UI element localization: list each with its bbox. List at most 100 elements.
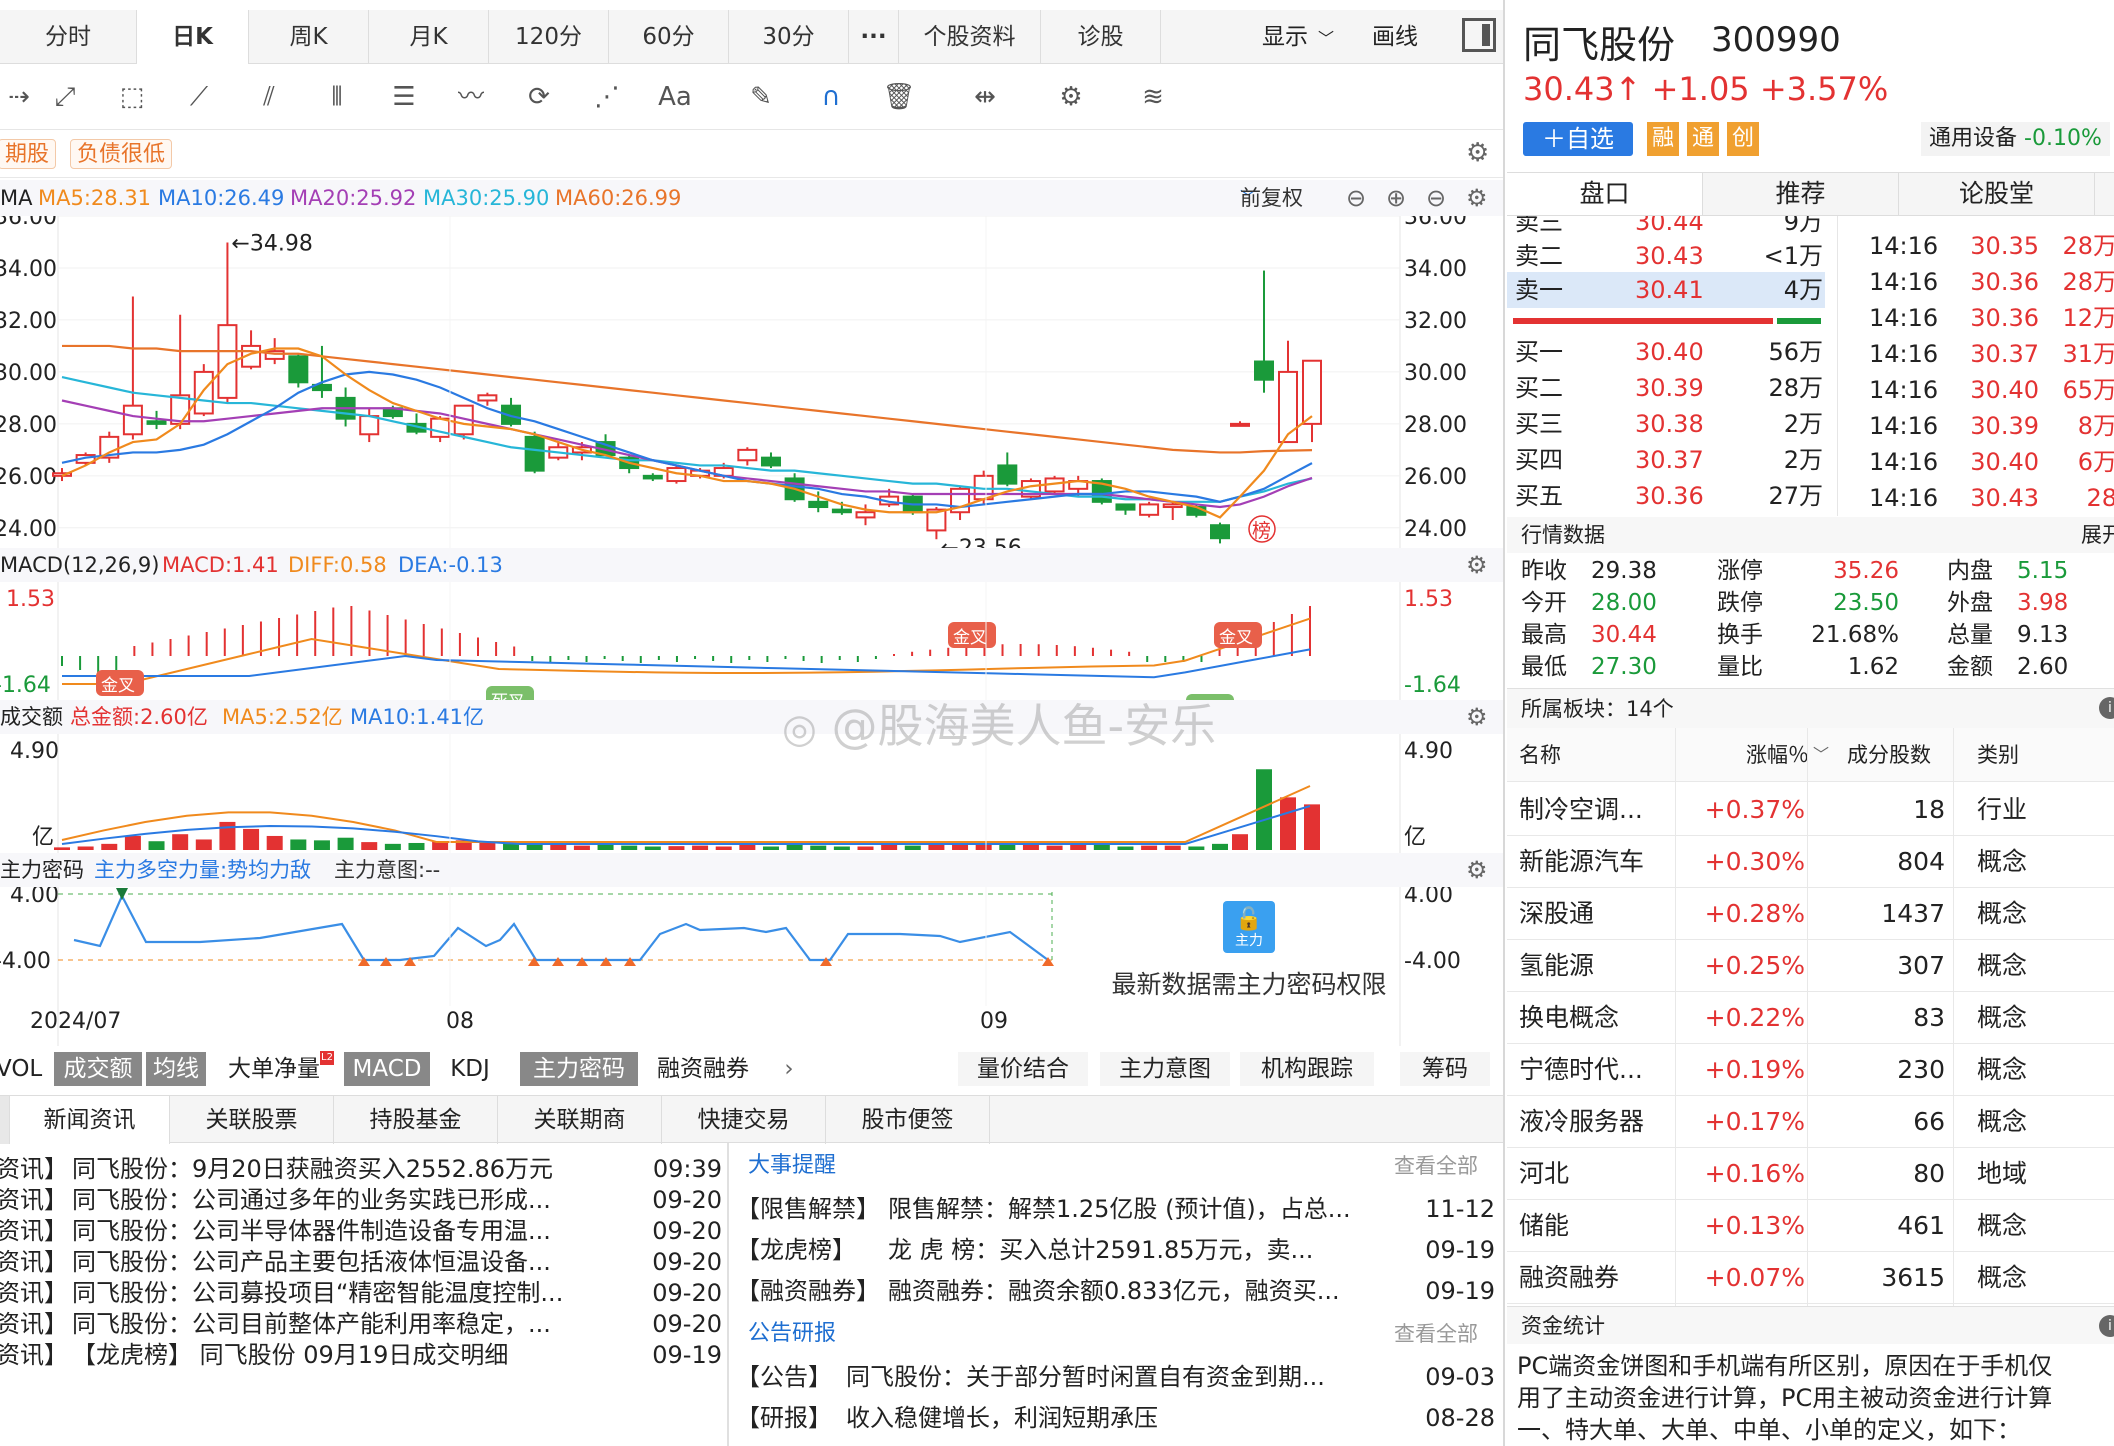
tag-item[interactable]: 期股 (0, 139, 57, 169)
zoom-in-icon[interactable]: ⊕ (1386, 180, 1406, 216)
tab-big-order[interactable]: 大单净量 (224, 1045, 324, 1093)
tab-diagnose[interactable]: 诊股 (1041, 10, 1161, 64)
block-row[interactable]: 液冷服务器 +0.17% 66 概念 (1507, 1096, 2114, 1148)
tab-chips[interactable]: 筹码 (1400, 1052, 1490, 1086)
trash-icon[interactable]: 🗑 (880, 78, 918, 116)
add-watchlist-button[interactable]: ＋自选 (1523, 122, 1633, 156)
wave-icon[interactable]: 〰 (452, 78, 490, 116)
tab-amount[interactable]: 成交额 (54, 1052, 142, 1086)
market-expand[interactable]: 展开 (2081, 517, 2114, 553)
display-menu[interactable]: 显示 ﹀ (1262, 10, 1334, 64)
magnet-icon[interactable]: ∩ (812, 78, 850, 116)
collapse-icon[interactable]: ⊖ (1426, 180, 1446, 216)
gear-icon[interactable]: ⚙ (1466, 700, 1488, 734)
orderbook-price[interactable]: 30.39 (1635, 370, 1704, 406)
tab-force-intent[interactable]: 主力意图 (1100, 1052, 1230, 1086)
event-title[interactable]: 融资融券：融资余额0.833亿元，融资买... (888, 1270, 1388, 1312)
text-tool-icon[interactable]: Aa (656, 78, 694, 116)
tab-kdj[interactable]: KDJ (440, 1045, 500, 1093)
report-title[interactable]: 收入稳健增长，利润短期承压 (846, 1397, 1386, 1439)
block-row[interactable]: 河北 +0.16% 80 地域 (1507, 1148, 2114, 1200)
tab-more[interactable]: ··· (849, 10, 899, 64)
tag-item[interactable]: 负债很低 (70, 139, 173, 169)
tab-margin[interactable]: 融资融券 (650, 1045, 756, 1093)
rectangle-icon[interactable]: ⬚ (113, 78, 151, 116)
gann-icon[interactable]: ⋰ (588, 78, 626, 116)
tab-ma[interactable]: 均线 (146, 1052, 206, 1086)
tab-notes[interactable]: 股市便签 (826, 1096, 990, 1144)
tab-quick-trade[interactable]: 快捷交易 (662, 1096, 826, 1144)
block-row[interactable]: 换电概念 +0.22% 83 概念 (1507, 992, 2114, 1044)
tab-recommend[interactable]: 推荐 (1703, 173, 1899, 215)
layers-icon[interactable]: ≋ (1134, 78, 1172, 116)
orderbook-price[interactable]: 30.41 (1635, 272, 1704, 308)
badge-margin[interactable]: 融 (1647, 122, 1679, 156)
blocks-col-header[interactable]: 成分股数 (1847, 728, 1931, 782)
cycle-icon[interactable]: ⟳ (520, 78, 558, 116)
gear-icon[interactable]: ⚙ (1466, 853, 1488, 887)
tab-vol[interactable]: VOL (0, 1045, 42, 1093)
reports-view-all[interactable]: 查看全部 (1394, 1316, 1478, 1352)
block-row[interactable]: 融资融券 +0.07% 3615 概念 (1507, 1252, 2114, 1304)
gear-icon[interactable]: ⚙ (1466, 138, 1489, 168)
settings-gear-icon[interactable]: ⚙ (1052, 78, 1090, 116)
orderbook-price[interactable]: 30.36 (1635, 478, 1704, 514)
channel-icon[interactable]: ⫽ (250, 78, 288, 116)
event-title[interactable]: 限售解禁：解禁1.25亿股 (预计值)，占总... (888, 1188, 1388, 1230)
tab-main-force[interactable]: 主力密码 (520, 1052, 638, 1086)
orderbook-price[interactable]: 30.40 (1635, 334, 1704, 370)
badge-connect[interactable]: 通 (1687, 122, 1719, 156)
orderbook-price[interactable]: 30.44 (1635, 216, 1704, 240)
chevron-right-icon[interactable]: › (776, 1045, 802, 1093)
tab-related-futures[interactable]: 关联期商 (498, 1096, 662, 1144)
eraser-icon[interactable]: ✎ (742, 78, 780, 116)
block-row[interactable]: 深股通 +0.28% 1437 概念 (1507, 888, 2114, 940)
vertical-lines-icon[interactable]: ⦀ (318, 78, 356, 116)
tab-daily-k[interactable]: 日K (137, 10, 249, 64)
arrow-line-icon[interactable]: ⇢ (0, 78, 38, 116)
orderbook-price[interactable]: 30.43 (1635, 238, 1704, 274)
tab-related-stocks[interactable]: 关联股票 (170, 1096, 334, 1144)
news-title[interactable]: 【龙虎榜】 同飞股份 09月19日成交明细 (72, 1334, 620, 1376)
block-row[interactable]: 氢能源 +0.25% 307 概念 (1507, 940, 2114, 992)
tab-orderbook[interactable]: 盘口 (1507, 173, 1703, 215)
draw-line-button[interactable]: 画线 (1372, 10, 1418, 64)
block-row[interactable]: 宁德时代... +0.19% 230 概念 (1507, 1044, 2114, 1096)
tab-60min[interactable]: 60分 (609, 10, 729, 64)
tab-120min[interactable]: 120分 (489, 10, 609, 64)
resize-icon[interactable]: ⇹ (966, 78, 1004, 116)
info-icon[interactable]: i (2099, 697, 2114, 719)
tab-price-volume[interactable]: 量价结合 (958, 1052, 1088, 1086)
segment-line-icon[interactable]: ⤢ (46, 78, 84, 116)
industry-badge[interactable]: 通用设备 -0.10% (1921, 122, 2110, 156)
tab-forum[interactable]: 论股堂 (1899, 173, 2095, 215)
block-row[interactable]: 新能源汽车 +0.30% 804 概念 (1507, 836, 2114, 888)
blocks-col-header[interactable]: 名称 (1519, 728, 1561, 782)
tab-holding-funds[interactable]: 持股基金 (334, 1096, 498, 1144)
fibonacci-icon[interactable]: ☰ (385, 78, 423, 116)
block-row[interactable]: 制冷空调... +0.37% 18 行业 (1507, 784, 2114, 836)
gear-icon[interactable]: ⚙ (1466, 548, 1488, 582)
fan-line-icon[interactable]: ⟋ (180, 78, 218, 116)
force-lock-overlay[interactable]: 🔓 主力 最新数据需主力密码权限 (1054, 895, 1444, 1015)
tab-intraday[interactable]: 分时 (0, 10, 137, 64)
badge-chinext[interactable]: 创 (1727, 122, 1759, 156)
event-title[interactable]: 龙 虎 榜：买入总计2591.85万元，卖... (888, 1229, 1388, 1271)
events-view-all[interactable]: 查看全部 (1394, 1148, 1478, 1184)
gear-icon[interactable]: ⚙ (1466, 180, 1488, 216)
tab-institution[interactable]: 机构跟踪 (1240, 1052, 1374, 1086)
tab-monthly-k[interactable]: 月K (369, 10, 489, 64)
tab-stock-profile[interactable]: 个股资料 (899, 10, 1041, 64)
sort-down-icon[interactable]: ﹀ (1813, 728, 1829, 782)
tab-news[interactable]: 新闻资讯 (10, 1096, 170, 1144)
tab-30min[interactable]: 30分 (729, 10, 849, 64)
tab-macd[interactable]: MACD (344, 1052, 430, 1086)
blocks-col-header[interactable]: 涨幅％ (1679, 728, 1809, 782)
panel-toggle-icon[interactable] (1462, 18, 1496, 52)
report-title[interactable]: 同飞股份：关于部分暂时闲置自有资金到期... (846, 1356, 1386, 1398)
orderbook-price[interactable]: 30.38 (1635, 406, 1704, 442)
orderbook-price[interactable]: 30.37 (1635, 442, 1704, 478)
tab-weekly-k[interactable]: 周K (249, 10, 369, 64)
info-icon[interactable]: i (2099, 1315, 2114, 1337)
block-row[interactable]: 储能 +0.13% 461 概念 (1507, 1200, 2114, 1252)
